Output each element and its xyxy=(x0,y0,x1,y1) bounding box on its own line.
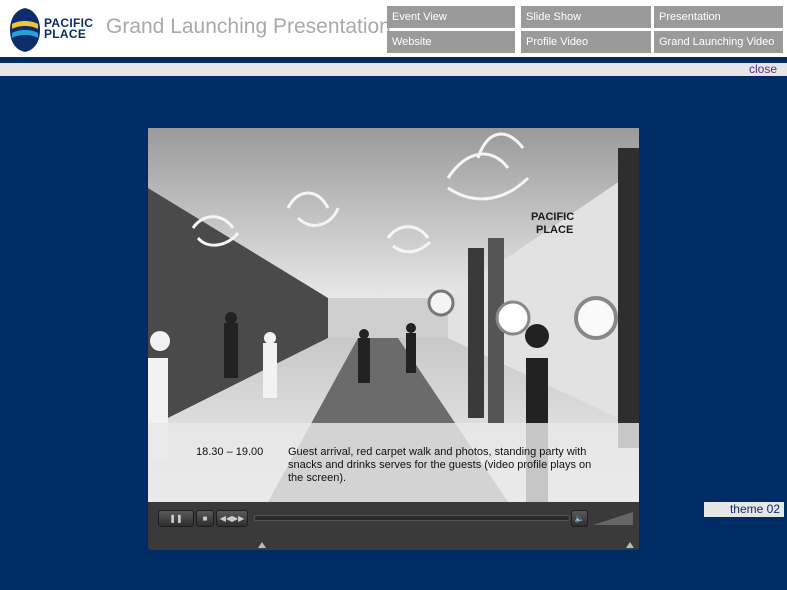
main-area: PACIFIC PLACE 18.30 – 19.00 Guest arriva… xyxy=(0,76,787,590)
theme-selector[interactable]: theme 02 xyxy=(704,502,784,517)
nav-profile-video[interactable]: Profile Video xyxy=(521,31,651,53)
nav-presentation[interactable]: Presentation xyxy=(654,6,783,28)
speaker-icon[interactable]: 🔈 xyxy=(571,510,588,527)
forward-icon[interactable]: ▶▶ xyxy=(232,514,244,523)
brand-line-2: PLACE xyxy=(44,27,87,41)
close-bar: close xyxy=(0,62,787,76)
caption-time: 18.30 – 19.00 xyxy=(196,446,264,458)
app-title: Grand Launching Presentation xyxy=(106,15,391,38)
caption-text: Guest arrival, red carpet walk and photo… xyxy=(288,446,592,484)
nav-slide-show[interactable]: Slide Show xyxy=(521,6,651,28)
video-player: PACIFIC PLACE 18.30 – 19.00 Guest arriva… xyxy=(148,128,639,550)
header: PACIFIC PLACE Grand Launching Presentati… xyxy=(0,0,787,57)
video-frame[interactable]: PACIFIC PLACE 18.30 – 19.00 Guest arriva… xyxy=(148,128,639,502)
nav-website[interactable]: Website xyxy=(387,31,515,53)
stop-button[interactable]: ■ xyxy=(196,510,214,527)
wall-sign-line-1: PACIFIC xyxy=(531,211,574,223)
nav-event-view[interactable]: Event View xyxy=(387,6,515,28)
pause-button[interactable]: ❚❚ xyxy=(158,510,194,527)
nav-grand-launching-video[interactable]: Grand Launching Video xyxy=(654,31,783,53)
pacific-place-logo-icon xyxy=(10,8,40,52)
video-controls: ❚❚ ■ ◀◀▶▶ 🔈 xyxy=(148,502,639,550)
seek-bar[interactable] xyxy=(254,515,570,521)
wall-sign-line-2: PLACE xyxy=(536,224,573,236)
brand-name: PACIFIC PLACE xyxy=(44,17,93,41)
volume-handle-icon[interactable] xyxy=(626,542,634,548)
caption-overlay: 18.30 – 19.00 Guest arrival, red carpet … xyxy=(148,423,639,502)
rewind-forward-button[interactable]: ◀◀▶▶ xyxy=(216,510,248,527)
volume-slider[interactable] xyxy=(593,510,633,526)
seek-handle-icon[interactable] xyxy=(258,542,266,548)
rewind-icon[interactable]: ◀◀ xyxy=(220,514,232,523)
close-link[interactable]: close xyxy=(749,62,777,76)
